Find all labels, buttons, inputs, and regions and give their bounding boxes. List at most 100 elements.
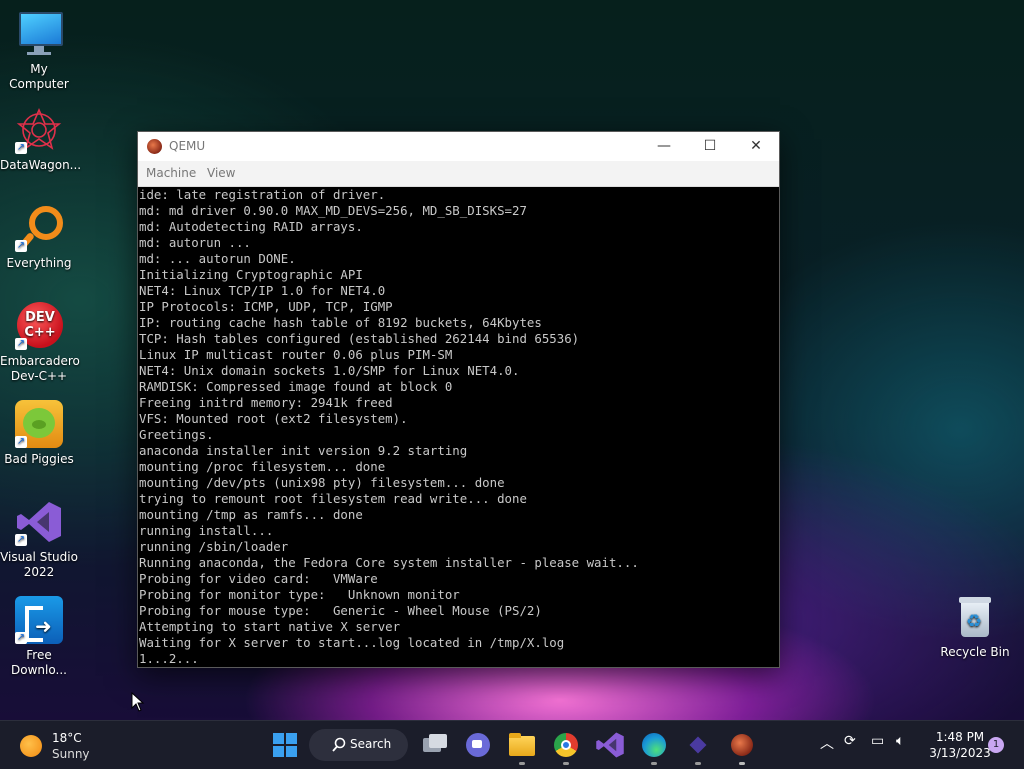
shortcut-arrow-icon: ↗ (15, 338, 27, 350)
desktop-icon-datawagon[interactable]: ↗ DataWagon... (0, 106, 82, 173)
console-line: Initializing Cryptographic API (139, 267, 363, 282)
desktop-icon-my-computer[interactable]: My Computer (0, 10, 78, 92)
console-line: IP: routing cache hash table of 8192 buc… (139, 315, 542, 330)
console-line: anaconda installer init version 9.2 star… (139, 443, 468, 458)
desktop-icon-free-download[interactable]: ➜ ↗ Free Downlo... (0, 596, 78, 678)
visual-studio-icon (596, 732, 624, 758)
shortcut-arrow-icon: ↗ (15, 436, 27, 448)
desktop-icon-label: Everything (6, 256, 72, 270)
edge-button[interactable] (639, 730, 669, 765)
console-line: TCP: Hash tables configured (established… (139, 331, 580, 346)
console-line: NET4: Unix domain sockets 1.0/SMP for Li… (139, 363, 520, 378)
minimize-button[interactable]: — (641, 132, 687, 161)
weather-temp: 18°C (52, 731, 82, 745)
desktop-icon-visual-studio[interactable]: ↗ Visual Studio 2022 (0, 498, 78, 580)
shortcut-arrow-icon: ↗ (15, 240, 27, 252)
shortcut-arrow-icon: ↗ (15, 534, 27, 546)
visual-studio-icon: ↗ (15, 498, 63, 546)
console-line: Greetings. (139, 427, 214, 442)
console-line: Probing for monitor type: Unknown monito… (139, 587, 460, 602)
visual-studio-taskbar-button[interactable] (595, 730, 625, 760)
desktop-icon-label: Embarcadero Dev-C++ (0, 354, 80, 383)
weather-condition: Sunny (52, 747, 90, 761)
console-line: md: md driver 0.90.0 MAX_MD_DEVS=256, MD… (139, 203, 527, 218)
running-indicator (651, 762, 657, 765)
maximize-button[interactable]: ☐ (687, 132, 733, 161)
qemu-icon (731, 734, 753, 756)
devcpp-icon: DEV C++ ↗ (15, 302, 63, 350)
console-line: running /sbin/loader (139, 539, 289, 554)
console-line: Freeing initrd memory: 2941k freed (139, 395, 393, 410)
running-indicator (563, 762, 569, 765)
console-line: mounting /tmp as ramfs... done (139, 507, 363, 522)
sync-icon[interactable]: ⟳ (844, 733, 856, 749)
qemu-window[interactable]: QEMU — ☐ ✕ Machine View ide: late regist… (137, 131, 780, 668)
console-line: Running anaconda, the Fedora Core system… (139, 555, 639, 570)
shortcut-arrow-icon: ↗ (15, 142, 27, 154)
console-line: ide: late registration of driver. (139, 187, 386, 202)
console-line: Probing for mouse type: Generic - Wheel … (139, 603, 542, 618)
desktop-icon-label: Visual Studio 2022 (0, 550, 78, 579)
search-label: Search (350, 737, 392, 751)
qemu-taskbar-button[interactable] (727, 730, 757, 765)
window-titlebar[interactable]: QEMU — ☐ ✕ (138, 132, 779, 161)
volume-icon[interactable]: 🔈︎ (896, 733, 904, 749)
desktop-icon-everything[interactable]: ↗ Everything (0, 204, 78, 271)
file-explorer-button[interactable] (507, 730, 537, 765)
shortcut-arrow-icon: ↗ (15, 632, 27, 644)
recycle-bin-label: Recycle Bin (940, 645, 1010, 659)
monitor-icon (15, 10, 63, 58)
console-line: IP Protocols: ICMP, UDP, TCP, IGMP (139, 299, 393, 314)
console-line: mounting /proc filesystem... done (139, 459, 386, 474)
window-title: QEMU (169, 139, 206, 153)
console-line: running install... (139, 523, 274, 538)
console-line: trying to remount root filesystem read w… (139, 491, 527, 506)
windows-logo-icon (273, 733, 297, 757)
console-line: mounting /dev/pts (unix98 pty) filesyste… (139, 475, 505, 490)
running-indicator (695, 762, 701, 765)
menu-machine[interactable]: Machine (146, 166, 196, 180)
desktop-icon-recycle-bin[interactable]: ♻ Recycle Bin (938, 597, 1012, 659)
menu-view[interactable]: View (207, 166, 235, 180)
mouse-cursor-icon (131, 692, 145, 712)
console-line: md: autorun ... (139, 235, 251, 250)
notification-badge[interactable]: 1 (988, 737, 1004, 753)
show-hidden-icons-button[interactable]: ︿ (820, 733, 834, 753)
console-line: VFS: Mounted root (ext2 filesystem). (139, 411, 408, 426)
search-magnifier-icon: ↗ (15, 204, 63, 252)
qemu-icon (147, 139, 162, 154)
console-line: Probing for video card: VMWare (139, 571, 378, 586)
desktop-icon-label: Free Downlo... (11, 648, 67, 677)
console-line: 1...2... (139, 651, 199, 666)
taskbar-search[interactable]: Search (309, 729, 408, 761)
search-icon (332, 737, 346, 752)
start-button[interactable] (270, 730, 300, 760)
console-line: RAMDISK: Compressed image found at block… (139, 379, 453, 394)
sun-icon (20, 735, 42, 757)
chrome-button[interactable] (551, 730, 581, 765)
running-indicator (739, 762, 745, 765)
close-button[interactable]: ✕ (733, 132, 779, 161)
console-line: Waiting for X server to start...log loca… (139, 635, 565, 650)
desktop-icon-label: My Computer (9, 62, 69, 91)
desktop-icon-devcpp[interactable]: DEV C++ ↗ Embarcadero Dev-C++ (0, 302, 80, 384)
file-explorer-icon (509, 736, 535, 756)
desktop-icon-label: DataWagon... (0, 158, 82, 172)
console-line: Linux IP multicast router 0.06 plus PIM-… (139, 347, 453, 362)
running-indicator (519, 762, 525, 765)
console-line: Attempting to start native X server (139, 619, 401, 634)
menubar: Machine View (138, 161, 779, 187)
teams-chat-button[interactable] (463, 730, 493, 760)
desktop-icon-bad-piggies[interactable]: ↗ Bad Piggies (0, 400, 78, 467)
devcpp-badge-text: DEV C++ (24, 310, 56, 340)
console-line: md: ... autorun DONE. (139, 251, 296, 266)
app-button[interactable] (683, 730, 713, 765)
datawagon-icon: ↗ (15, 106, 63, 154)
taskbar: 18°C Sunny Search ︿ ⟳ ▭ 🔈︎ 1:48 PM 3/13/… (0, 720, 1024, 769)
bad-piggies-icon: ↗ (15, 400, 63, 448)
console-display[interactable]: ide: late registration of driver. md: md … (138, 187, 779, 667)
display-icon[interactable]: ▭ (871, 733, 884, 749)
console-line: md: Autodetecting RAID arrays. (139, 219, 363, 234)
free-download-icon: ➜ ↗ (15, 596, 63, 644)
task-view-button[interactable] (419, 730, 449, 760)
